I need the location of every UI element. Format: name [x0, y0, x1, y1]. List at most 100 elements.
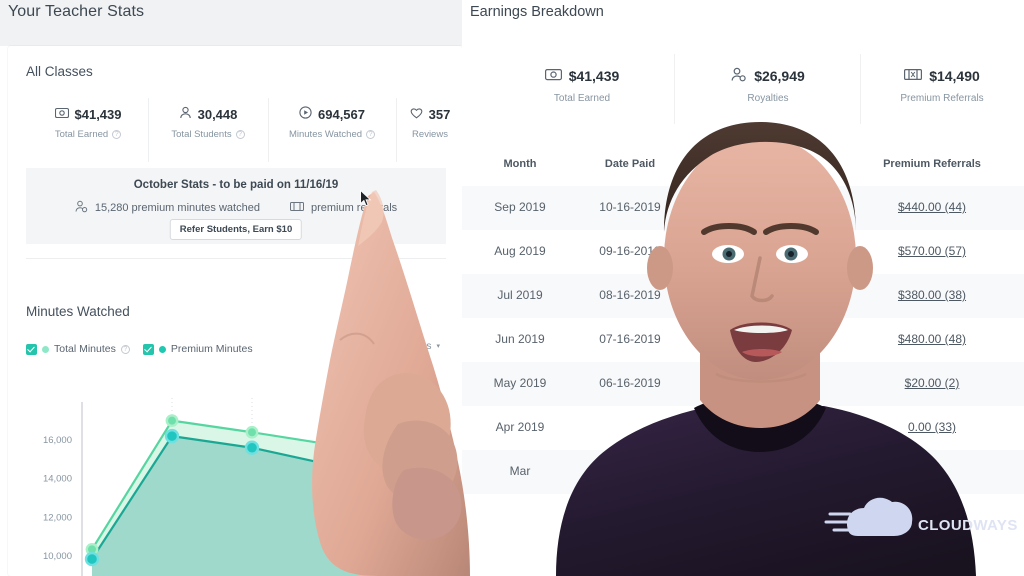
stat-total-students: 30,448 Total Students ? — [150, 104, 266, 140]
play-circle-icon — [299, 106, 312, 122]
table-cell-royalties: 2 — [778, 200, 786, 214]
earnings-stat-total-earned: $41,439 Total Earned — [490, 66, 674, 104]
all-classes-heading: All Classes — [26, 64, 93, 79]
table-cell-royalties: 44 — [775, 376, 789, 390]
table-row[interactable]: Jul 2019 08-16-2019 $380.00 (38) — [462, 274, 1024, 318]
stat-value: $41,439 — [568, 68, 620, 84]
money-icon — [544, 68, 562, 84]
chart-legend: Total Minutes ? Premium Minutes — [26, 339, 446, 359]
stat-label: Royalties — [747, 93, 789, 104]
app-screenshot: Your Teacher Stats All Classes $41,439 T… — [0, 0, 1024, 576]
earnings-breakdown-title: Earnings Breakdown — [470, 4, 604, 20]
mouse-cursor — [360, 190, 372, 207]
minutes-watched-heading: Minutes Watched — [26, 304, 130, 319]
range-selector[interactable]: Weeks ▾ — [400, 340, 440, 352]
table-row[interactable]: Aug 2019 09-16-2019 $570.00 (57) — [462, 230, 1024, 274]
stat-value: 30,448 — [197, 106, 238, 122]
october-stats-title: October Stats - to be paid on 11/16/19 — [133, 179, 339, 191]
chart-data-point[interactable] — [404, 446, 420, 461]
table-cell-premium-referrals[interactable]: $570.00 (57) — [857, 244, 1007, 258]
stat-value: 357 — [428, 106, 451, 122]
october-stats-metrics: 15,280 premium minutes watched premium r… — [26, 200, 446, 216]
page-title: Your Teacher Stats — [8, 3, 145, 20]
premium-minutes-metric: 15,280 premium minutes watched — [75, 200, 260, 216]
stat-total-earned: $41,439 Total Earned ? — [30, 104, 146, 140]
person-gear-icon — [75, 200, 88, 216]
chart-data-point[interactable] — [164, 428, 180, 444]
earnings-breakdown-panel: Earnings Breakdown $41,439 Total Earned — [462, 0, 1024, 576]
table-row[interactable]: May 2019 06-16-2019 44 $20.00 (2) — [462, 362, 1024, 406]
table-cell-premium-referrals[interactable]: $480.00 (48) — [857, 332, 1007, 346]
stat-value: $26,949 — [754, 68, 805, 84]
table-row[interactable]: Mar — [462, 450, 1024, 494]
stat-reviews: 357 Reviews — [398, 104, 462, 140]
stat-value: 694,567 — [318, 106, 365, 122]
range-selector-label: Weeks — [399, 340, 432, 352]
column-header-royalties[interactable]: Royalties — [707, 158, 857, 170]
table-cell-month: Mar — [509, 464, 531, 478]
stat-value: $41,439 — [74, 106, 122, 122]
stat-divider — [860, 54, 861, 124]
y-axis-tick-label: 10,000 — [43, 551, 72, 562]
table-cell-royalties: 34 — [775, 332, 789, 346]
earnings-stat-royalties: $26,949 Royalties — [676, 66, 860, 104]
table-cell-premium-referrals[interactable]: $380.00 (38) — [857, 288, 1007, 302]
chart-data-point[interactable] — [405, 427, 419, 441]
october-stats-banner: October Stats - to be paid on 11/16/19 1… — [26, 168, 446, 244]
table-cell-premium-referrals[interactable]: $20.00 (2) — [857, 376, 1007, 390]
legend-item-total-minutes[interactable]: Total Minutes ? — [26, 343, 130, 355]
premium-referrals-text: premium referrals — [310, 202, 398, 214]
table-row[interactable]: Sep 2019 10-16-2019 2 $440.00 (44) — [462, 186, 1024, 230]
legend-color-dot — [42, 345, 49, 353]
minutes-watched-chart: 8,00010,00012,00014,00016,000 — [26, 376, 446, 576]
person-icon — [179, 106, 192, 122]
table-header-row: Month Date Paid Royalties Premium Referrals — [462, 150, 1024, 186]
chart-data-point[interactable] — [325, 438, 339, 452]
y-axis-tick-label: 12,000 — [43, 512, 72, 523]
teacher-stats-panel: Your Teacher Stats All Classes $41,439 T… — [0, 0, 462, 576]
ticket-icon — [904, 68, 923, 84]
table-row[interactable]: Jun 2019 07-16-2019 34 $480.00 (48) — [462, 318, 1024, 362]
column-header-date-paid[interactable]: Date Paid — [555, 158, 705, 170]
section-divider — [26, 258, 446, 259]
stat-label: Premium Referrals — [900, 93, 984, 104]
help-icon[interactable]: ? — [235, 130, 245, 139]
table-cell-date-paid: 07-16-2019 — [599, 332, 661, 346]
stat-divider — [674, 54, 675, 124]
chevron-down-icon: ▾ — [436, 343, 440, 350]
all-classes-stat-row: $41,439 Total Earned ? 30,448 Total Stud… — [8, 98, 462, 162]
table-row[interactable]: Apr 2019 0.00 (33) — [462, 406, 1024, 450]
help-icon[interactable]: ? — [366, 130, 376, 139]
stat-divider — [268, 98, 269, 162]
earnings-stat-premium-referrals: $14,490 Premium Referrals — [862, 66, 1022, 104]
legend-checkbox[interactable] — [26, 343, 37, 355]
earnings-stat-row: $41,439 Total Earned $26,949 Royalties $… — [462, 54, 1024, 124]
table-cell-premium-referrals[interactable]: $440.00 (44) — [857, 200, 1007, 214]
legend-checkbox[interactable] — [142, 343, 154, 355]
earnings-table: Month Date Paid Royalties Premium Referrals… — [462, 150, 1024, 494]
all-classes-card: All Classes $41,439 Total Earned ? 30,44… — [8, 46, 462, 576]
column-header-premium-referrals[interactable]: Premium Referrals — [857, 158, 1007, 170]
chart-data-point[interactable] — [84, 551, 100, 567]
chart-data-point[interactable] — [244, 440, 260, 455]
person-gear-icon — [731, 67, 747, 85]
stat-divider — [148, 98, 149, 162]
help-icon[interactable]: ? — [120, 344, 130, 354]
table-cell-date-paid: 06-16-2019 — [599, 376, 661, 390]
heart-icon — [410, 107, 423, 122]
stat-minutes-watched: 694,567 Minutes Watched ? — [270, 104, 394, 140]
table-cell-premium-referrals[interactable]: 0.00 (33) — [857, 420, 1007, 434]
legend-item-premium-minutes[interactable]: Premium Minutes — [142, 343, 253, 355]
stat-label: Total Students — [171, 129, 232, 140]
chart-svg: 8,00010,00012,00014,00016,000 — [43, 398, 420, 576]
chart-data-point[interactable] — [245, 425, 259, 439]
chart-data-point[interactable] — [165, 414, 179, 428]
table-cell-date-paid: 08-16-2019 — [599, 288, 661, 302]
y-axis-tick-label: 16,000 — [43, 435, 72, 446]
chart-data-point[interactable] — [324, 457, 340, 473]
table-cell-date-paid: 09-16-2019 — [599, 244, 661, 258]
refer-students-button[interactable]: Refer Students, Earn $10 — [169, 219, 303, 240]
stat-value: $14,490 — [929, 68, 980, 84]
help-icon[interactable]: ? — [112, 130, 122, 139]
stat-label: Reviews — [412, 129, 448, 140]
